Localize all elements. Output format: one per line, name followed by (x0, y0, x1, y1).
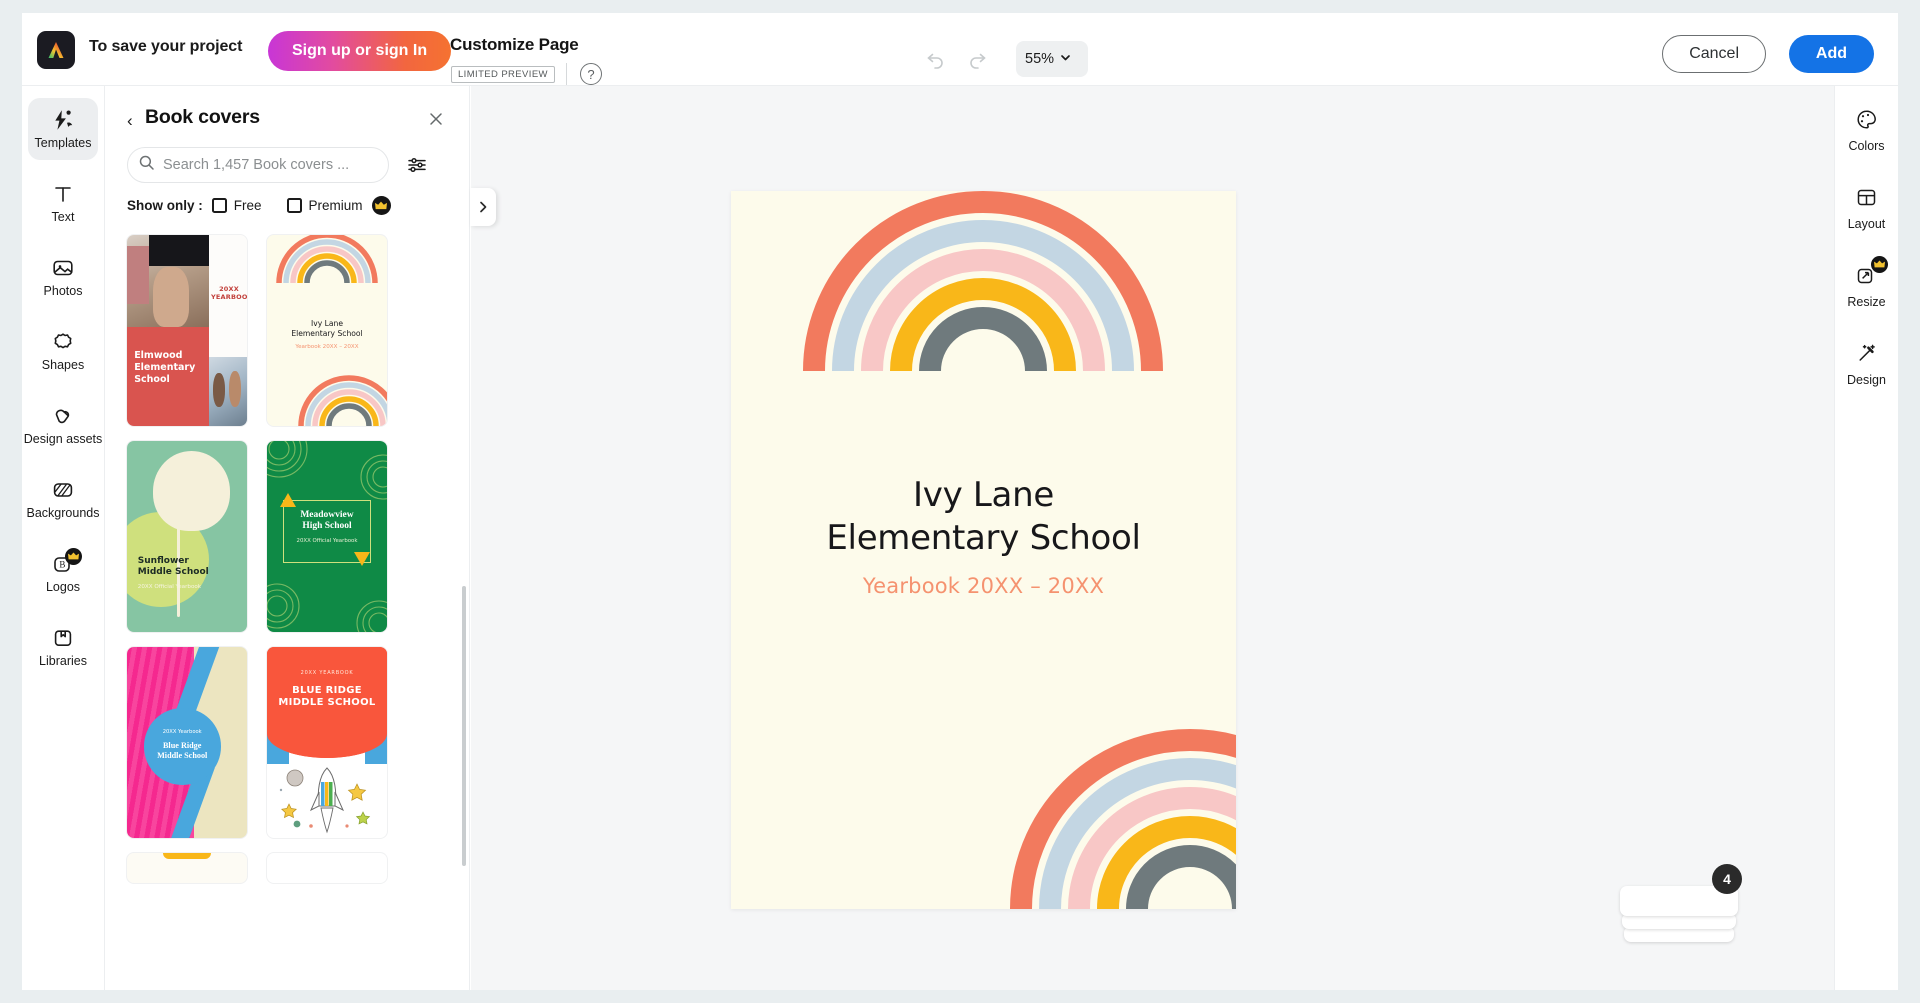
chevron-left-icon[interactable]: ‹ (127, 111, 133, 131)
left-navigation-rail: Templates Text Photos Shapes Design asse… (22, 86, 105, 990)
show-only-filters: Show only : Free Premium (127, 196, 391, 215)
artboard-title[interactable]: Ivy Lane Elementary School (731, 474, 1236, 560)
page-count-badge[interactable]: 4 (1712, 864, 1742, 894)
palette-icon (1855, 108, 1878, 134)
filter-premium-checkbox[interactable]: Premium (286, 196, 391, 215)
sidebar-item-label: Design (1847, 372, 1886, 387)
sidebar-item-label: Colors (1848, 138, 1885, 153)
sidebar-item-label: Photos (43, 284, 83, 298)
sidebar-item-label: Text (51, 210, 75, 224)
sidebar-item-libraries[interactable]: Libraries (28, 616, 98, 678)
shapes-icon (51, 330, 75, 354)
save-project-hint: To save your project (89, 38, 243, 55)
show-only-label: Show only : (127, 198, 203, 213)
right-navigation-rail: Colors Layout Resize Design (1834, 86, 1898, 990)
page-stack[interactable]: 4 (1620, 864, 1742, 942)
template-thumbnail[interactable]: 20XX Yearbook Blue Ridge Middle School (127, 647, 247, 838)
sidebar-item-colors[interactable]: Colors (1836, 100, 1898, 160)
premium-crown-icon (1870, 256, 1888, 273)
panel-scrollbar[interactable] (462, 586, 466, 866)
toolbar-divider (566, 63, 567, 85)
search-icon (138, 154, 155, 176)
templates-icon (51, 108, 75, 132)
search-box[interactable] (127, 147, 389, 183)
top-toolbar: To save your project Sign up or sign In … (22, 13, 1898, 86)
sidebar-item-label: Templates (34, 136, 92, 150)
adobe-express-logo[interactable] (37, 31, 75, 69)
sign-up-or-sign-in-button[interactable]: Sign up or sign In (268, 31, 452, 71)
sidebar-item-shapes[interactable]: Shapes (28, 320, 98, 382)
filter-sliders-icon[interactable] (405, 154, 429, 178)
chevron-down-icon (1059, 51, 1072, 67)
filter-label: Premium (308, 198, 363, 213)
sidebar-item-text[interactable]: Text (28, 172, 98, 234)
app-window: To save your project Sign up or sign In … (22, 13, 1898, 990)
checkbox-box[interactable] (211, 198, 227, 213)
design-assets-icon (51, 404, 75, 428)
sidebar-item-resize[interactable]: Resize (1836, 256, 1898, 316)
chevron-right-icon[interactable] (470, 188, 496, 226)
template-thumbnail-grid: 20XXYEARBOOK ElmwoodElementarySchool (127, 226, 427, 883)
text-icon (51, 182, 75, 206)
template-thumbnail[interactable]: Sunflower Middle School 20XX Official Yea… (127, 441, 247, 632)
filter-free-checkbox[interactable]: Free (211, 198, 262, 213)
limited-preview-badge: LIMITED PREVIEW (451, 66, 555, 83)
sidebar-item-label: Libraries (39, 654, 87, 668)
template-thumbnail[interactable] (267, 853, 387, 883)
sidebar-item-label: Layout (1847, 216, 1886, 231)
template-thumbnail[interactable]: Ivy Lane Elementary School Yearbook 20XX … (267, 235, 387, 426)
template-thumbnail[interactable]: 20XXYEARBOOK ElmwoodElementarySchool (127, 235, 247, 426)
sidebar-item-logos[interactable]: B Logos (28, 542, 98, 604)
close-icon[interactable] (425, 109, 447, 131)
libraries-icon (51, 626, 75, 650)
sidebar-item-label: Backgrounds (26, 506, 100, 520)
layout-icon (1855, 186, 1878, 212)
artboard-title-line1: Ivy Lane (913, 475, 1054, 515)
svg-text:B: B (59, 560, 65, 570)
document-title[interactable]: Customize Page (450, 35, 579, 55)
photos-icon (51, 256, 75, 280)
search-input[interactable] (163, 157, 368, 173)
backgrounds-icon (51, 478, 75, 502)
premium-crown-icon (65, 548, 82, 565)
sidebar-item-photos[interactable]: Photos (28, 246, 98, 308)
template-thumbnail[interactable]: 20XX YEARBOOK BLUE RIDGE MIDDLE SCHOOL (267, 647, 387, 838)
sidebar-item-label: Design assets (23, 432, 103, 446)
cancel-button[interactable]: Cancel (1662, 35, 1766, 73)
sidebar-item-templates[interactable]: Templates (28, 98, 98, 160)
zoom-level-dropdown[interactable]: 55% (1016, 41, 1088, 77)
sidebar-item-label: Shapes (41, 358, 85, 372)
artboard-title-line2: Elementary School (826, 518, 1141, 558)
sidebar-item-label: Resize (1847, 294, 1886, 309)
filter-label: Free (233, 198, 262, 213)
panel-title: Book covers (145, 106, 260, 128)
magic-wand-icon (1855, 342, 1878, 368)
sidebar-item-design[interactable]: Design (1836, 334, 1898, 394)
template-thumbnail[interactable] (127, 853, 247, 883)
sidebar-item-backgrounds[interactable]: Backgrounds (26, 468, 100, 530)
template-thumbnail[interactable]: Meadowview High School 20XX Official Year… (267, 441, 387, 632)
templates-panel: ‹ Book covers Show only : (105, 86, 470, 990)
sidebar-item-design-assets[interactable]: Design assets (24, 394, 102, 456)
question-circle-icon[interactable]: ? (580, 63, 602, 85)
template-thumbnail-scroll-area[interactable]: 20XXYEARBOOK ElmwoodElementarySchool (105, 226, 469, 990)
checkbox-box[interactable] (286, 198, 302, 213)
sidebar-item-layout[interactable]: Layout (1836, 178, 1898, 238)
add-button[interactable]: Add (1788, 35, 1874, 73)
premium-crown-icon (371, 196, 391, 215)
canvas-area[interactable]: Ivy Lane Elementary School Yearbook 20XX… (471, 86, 1834, 990)
artboard[interactable]: Ivy Lane Elementary School Yearbook 20XX… (731, 191, 1236, 909)
undo-icon[interactable] (922, 47, 948, 73)
redo-icon[interactable] (965, 47, 991, 73)
zoom-level-value: 55% (1025, 51, 1055, 67)
artboard-subtitle[interactable]: Yearbook 20XX – 20XX (731, 574, 1236, 598)
sidebar-item-label: Logos (45, 580, 81, 594)
